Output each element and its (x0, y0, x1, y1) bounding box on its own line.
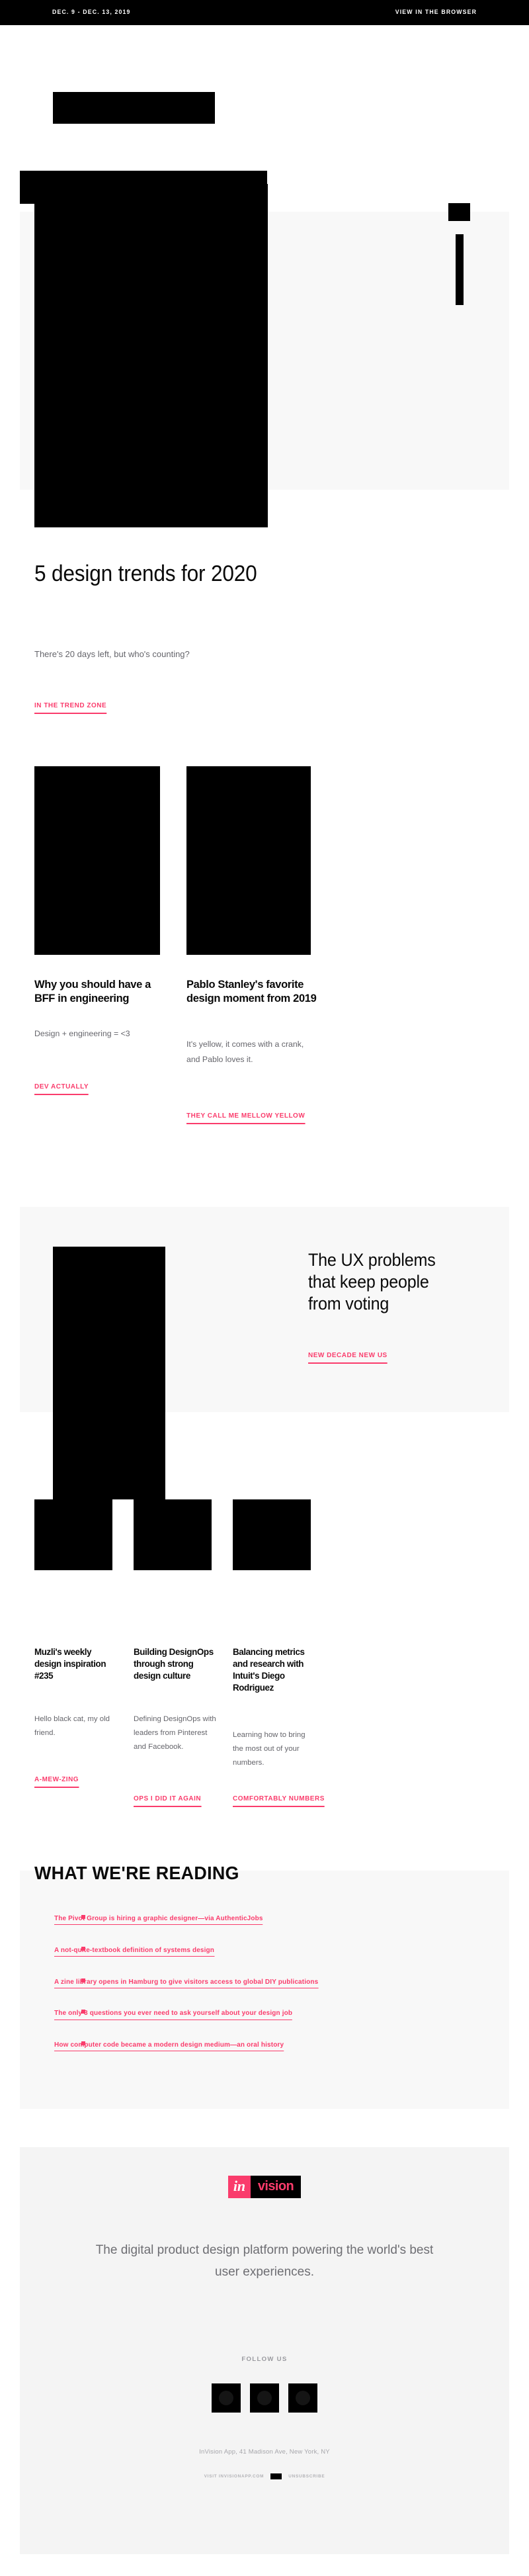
column-image-metrics[interactable] (233, 1499, 311, 1570)
footer-background-panel (20, 2147, 509, 2554)
invision-logo[interactable]: in vision (228, 2176, 301, 2198)
feature-headline-voting: The UX problems that keep people from vo… (308, 1250, 436, 1313)
hero-image[interactable] (34, 184, 268, 527)
column-title-metrics: Balancing metrics and research with Intu… (233, 1647, 305, 1693)
masthead-logo-image (53, 92, 215, 124)
reading-link[interactable]: How computer code became a modern design… (54, 2041, 284, 2052)
follow-us-label: FOLLOW US (241, 2356, 288, 2363)
card-body-bff: Design + engineering = <3 (34, 1029, 130, 1038)
card-title-bff: Why you should have a BFF in engineering (34, 979, 151, 1004)
feature-image-voting[interactable] (53, 1247, 165, 1499)
list-item: A zine library opens in Hamburg to give … (34, 1976, 484, 1988)
reading-heading: WHAT WE'RE READING (34, 1863, 239, 1883)
column-title-designops: Building DesignOps through strong design… (134, 1647, 214, 1681)
reading-link[interactable]: A not-quite-textbook definition of syste… (54, 1947, 215, 1957)
hero-headline: 5 design trends for 2020 (34, 561, 257, 586)
column-cta-muzli[interactable]: A-MEW-ZING (34, 1775, 79, 1788)
column-body-metrics: Learning how to bring the most out of yo… (233, 1731, 305, 1767)
hero-decoration-vertical-bar (456, 234, 464, 305)
reading-list: The Pivot Group is hiring a graphic desi… (34, 1912, 484, 2070)
card-image-pablo[interactable] (186, 766, 311, 955)
card-cta-pablo[interactable]: THEY CALL ME MELLOW YELLOW (186, 1112, 305, 1124)
feature-cta-voting[interactable]: NEW DECADE NEW US (308, 1351, 387, 1364)
column-image-designops[interactable] (134, 1499, 212, 1570)
column-image-muzli[interactable] (34, 1499, 112, 1570)
hero-cta-link[interactable]: IN THE TREND ZONE (34, 701, 107, 714)
list-item: A not-quite-textbook definition of syste… (34, 1944, 484, 1957)
hero-subtitle: There's 20 days left, but who's counting… (34, 649, 190, 659)
column-title-muzli: Muzli's weekly design inspiration #235 (34, 1647, 106, 1681)
twitter-icon[interactable] (250, 2383, 279, 2413)
hero-decoration-square (448, 203, 470, 221)
footer-link-separator (270, 2473, 282, 2479)
unsubscribe-link[interactable]: UNSUBSCRIBE (288, 2474, 325, 2479)
invision-logo-in: in (228, 2176, 251, 2198)
social-links (0, 2383, 529, 2413)
list-item: The only 3 questions you ever need to as… (34, 2007, 484, 2020)
view-in-browser-link[interactable]: VIEW IN THE BROWSER (395, 9, 477, 16)
footer-links: VISIT INVISIONAPP.COM UNSUBSCRIBE (0, 2473, 529, 2479)
card-title-pablo: Pablo Stanley's favorite design moment f… (186, 979, 317, 1004)
reading-link[interactable]: A zine library opens in Hamburg to give … (54, 1978, 319, 1988)
column-body-muzli: Hello black cat, my old friend. (34, 1715, 110, 1737)
card-body-pablo: It's yellow, it comes with a crank, and … (186, 1040, 304, 1064)
card-image-bff[interactable] (34, 766, 160, 955)
visit-site-link[interactable]: VISIT INVISIONAPP.COM (204, 2474, 264, 2479)
instagram-icon[interactable] (288, 2383, 317, 2413)
issue-date: DEC. 9 - DEC. 13, 2019 (52, 9, 131, 16)
reading-link[interactable]: The only 3 questions you ever need to as… (54, 2010, 293, 2020)
list-item: The Pivot Group is hiring a graphic desi… (34, 1912, 484, 1926)
card-cta-bff[interactable]: DEV ACTUALLY (34, 1083, 89, 1095)
facebook-icon[interactable] (212, 2383, 241, 2413)
list-item: How computer code became a modern design… (34, 2039, 484, 2052)
column-cta-metrics[interactable]: COMFORTABLY NUMBERS (233, 1795, 325, 1807)
footer-address: InVision App, 41 Madison Ave, New York, … (199, 2448, 330, 2456)
newsletter-page: DEC. 9 - DEC. 13, 2019 VIEW IN THE BROWS… (0, 0, 529, 2576)
invision-logo-vision: vision (251, 2176, 301, 2198)
footer-tagline: The digital product design platform powe… (95, 2243, 434, 2279)
top-bar: DEC. 9 - DEC. 13, 2019 VIEW IN THE BROWS… (0, 0, 529, 25)
column-body-designops: Defining DesignOps with leaders from Pin… (134, 1715, 216, 1751)
reading-link[interactable]: The Pivot Group is hiring a graphic desi… (54, 1915, 263, 1926)
column-cta-designops[interactable]: OPS I DID IT AGAIN (134, 1795, 202, 1807)
